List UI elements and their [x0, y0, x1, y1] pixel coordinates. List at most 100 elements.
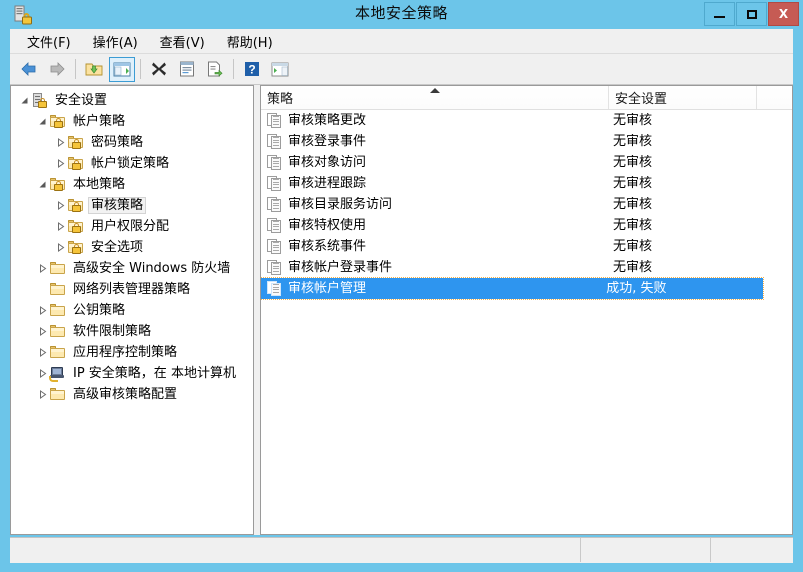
- lock-badge-icon: [72, 138, 81, 149]
- expander-collapsed-icon[interactable]: [35, 258, 49, 279]
- help-icon[interactable]: ?: [239, 57, 265, 82]
- column-header-setting-label: 安全设置: [615, 92, 668, 107]
- show-action-pane-icon[interactable]: [267, 57, 293, 82]
- expander-expanded-icon[interactable]: [35, 174, 49, 195]
- row-policy-icon: [267, 134, 283, 149]
- column-header-extra[interactable]: [757, 86, 791, 109]
- minimize-button[interactable]: [704, 2, 735, 26]
- tree-node-icon: [49, 282, 67, 298]
- tree-node-2[interactable]: 密码策略: [11, 132, 253, 153]
- tree-node-11[interactable]: 软件限制策略: [11, 321, 253, 342]
- tree-node-icon: [49, 324, 67, 340]
- expander-collapsed-icon[interactable]: [53, 153, 67, 174]
- menu-file[interactable]: 文件(F): [18, 29, 80, 54]
- table-row[interactable]: 审核帐户登录事件 无审核: [261, 257, 792, 278]
- expander-collapsed-icon[interactable]: [53, 237, 67, 258]
- tree-node-icon: [49, 261, 67, 277]
- row-security-setting: 无审核: [613, 260, 653, 275]
- close-button[interactable]: X: [768, 2, 799, 26]
- lock-badge-icon: [72, 159, 81, 170]
- content-area: 安全设置帐户策略 密码策略 帐户锁定策略 本地策略审核策略用户权限分配 安全选项 高级安全…: [10, 85, 793, 535]
- expander-collapsed-icon[interactable]: [35, 300, 49, 321]
- table-row[interactable]: 审核目录服务访问 无审核: [261, 194, 792, 215]
- lock-badge-icon: [38, 97, 47, 108]
- row-policy-name: 审核登录事件: [288, 134, 367, 149]
- tree-node-12[interactable]: 应用程序控制策略: [11, 342, 253, 363]
- menu-help[interactable]: 帮助(H): [218, 29, 282, 54]
- toolbar-separator: [75, 59, 76, 79]
- lock-badge-icon: [54, 117, 63, 128]
- tree-node-icon: [67, 156, 85, 172]
- tree-node-label: IP 安全策略，在 本地计算机: [73, 366, 236, 381]
- maximize-button[interactable]: [736, 2, 767, 26]
- sort-ascending-icon: [429, 88, 440, 93]
- folder-lock-icon: [49, 177, 66, 191]
- column-header-setting[interactable]: 安全设置: [609, 86, 757, 109]
- policy-document-icon: [267, 134, 282, 149]
- table-row[interactable]: 审核策略更改 无审核: [261, 110, 792, 131]
- expander-expanded-icon[interactable]: [35, 111, 49, 132]
- delete-icon[interactable]: [146, 57, 172, 82]
- row-security-setting: 无审核: [613, 155, 653, 170]
- table-row[interactable]: 审核帐户管理 成功, 失败: [261, 277, 764, 300]
- row-policy-name: 审核策略更改: [288, 113, 367, 128]
- title-bar: 本地安全策略 X: [0, 0, 803, 29]
- expander-collapsed-icon[interactable]: [35, 363, 49, 384]
- tool-bar: ?: [10, 54, 793, 85]
- row-security-setting: 无审核: [613, 113, 653, 128]
- tree-node-icon: [31, 92, 49, 109]
- menu-view[interactable]: 查看(V): [151, 29, 214, 54]
- tree-node-13[interactable]: IP 安全策略，在 本地计算机: [11, 363, 253, 384]
- folder-icon: [49, 303, 66, 317]
- expander-collapsed-icon[interactable]: [35, 384, 49, 405]
- expander-collapsed-icon[interactable]: [53, 216, 67, 237]
- tree-node-0[interactable]: 安全设置: [11, 90, 253, 111]
- expander-collapsed-icon[interactable]: [53, 195, 67, 216]
- properties-icon[interactable]: [174, 57, 200, 82]
- tree-node-8[interactable]: 高级安全 Windows 防火墙: [11, 258, 253, 279]
- ipsec-computer-icon: [49, 366, 66, 382]
- tree-node-3[interactable]: 帐户锁定策略: [11, 153, 253, 174]
- back-icon[interactable]: [16, 57, 42, 82]
- tree-node-icon: [49, 303, 67, 319]
- tree-node-5[interactable]: 审核策略: [11, 195, 253, 216]
- menu-action[interactable]: 操作(A): [84, 29, 147, 54]
- row-security-setting: 无审核: [613, 197, 653, 212]
- row-security-setting: 无审核: [613, 239, 653, 254]
- table-row[interactable]: 审核对象访问 无审核: [261, 152, 792, 173]
- forward-icon[interactable]: [44, 57, 70, 82]
- folder-icon: [49, 324, 66, 338]
- window-controls: X: [703, 2, 799, 27]
- show-hide-tree-icon[interactable]: [109, 56, 135, 82]
- tree-node-label: 审核策略: [88, 197, 147, 214]
- lock-badge-icon: [72, 222, 81, 233]
- tree-node-4[interactable]: 本地策略: [11, 174, 253, 195]
- row-security-setting: 无审核: [613, 176, 653, 191]
- lock-badge-icon: [54, 180, 63, 191]
- tree-node-7[interactable]: 安全选项: [11, 237, 253, 258]
- up-folder-icon[interactable]: [81, 57, 107, 82]
- row-policy-icon: [267, 155, 283, 170]
- row-policy-icon: [267, 197, 283, 212]
- table-row[interactable]: 审核登录事件 无审核: [261, 131, 792, 152]
- tree-node-9[interactable]: 网络列表管理器策略: [11, 279, 253, 300]
- tree-node-icon: [67, 240, 85, 256]
- tree-node-6[interactable]: 用户权限分配: [11, 216, 253, 237]
- tree-node-label: 安全设置: [55, 93, 108, 108]
- tree-node-label: 网络列表管理器策略: [73, 282, 191, 297]
- row-security-setting: 成功, 失败: [606, 281, 667, 296]
- tree-node-14[interactable]: 高级审核策略配置: [11, 384, 253, 405]
- table-row[interactable]: 审核特权使用 无审核: [261, 215, 792, 236]
- tree-node-10[interactable]: 公钥策略: [11, 300, 253, 321]
- table-row[interactable]: 审核进程跟踪 无审核: [261, 173, 792, 194]
- row-policy-icon: [267, 239, 283, 254]
- expander-collapsed-icon[interactable]: [35, 342, 49, 363]
- policy-list: 审核策略更改 无审核 审核登录事件 无审核 审核对象访问 无审核 审核进程跟踪 无审核 审核目录…: [261, 110, 792, 300]
- expander-collapsed-icon[interactable]: [53, 132, 67, 153]
- table-row[interactable]: 审核系统事件 无审核: [261, 236, 792, 257]
- row-policy-name: 审核目录服务访问: [288, 197, 393, 212]
- expander-collapsed-icon[interactable]: [35, 321, 49, 342]
- export-list-icon[interactable]: [202, 57, 228, 82]
- tree-node-1[interactable]: 帐户策略: [11, 111, 253, 132]
- column-header-policy[interactable]: 策略: [261, 86, 609, 109]
